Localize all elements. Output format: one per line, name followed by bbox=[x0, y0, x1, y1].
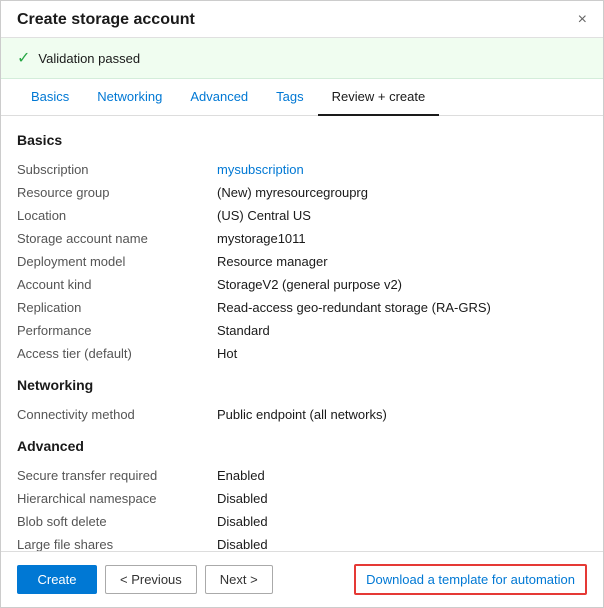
field-value-replication: Read-access geo-redundant storage (RA-GR… bbox=[217, 300, 587, 315]
field-label: Resource group bbox=[17, 185, 217, 200]
tab-tags[interactable]: Tags bbox=[262, 79, 317, 116]
field-label: Large file shares bbox=[17, 537, 217, 551]
field-value-access-tier: Hot bbox=[217, 346, 587, 361]
field-value-subscription[interactable]: mysubscription bbox=[217, 162, 587, 177]
table-row: Connectivity method Public endpoint (all… bbox=[17, 403, 587, 426]
field-label: Connectivity method bbox=[17, 407, 217, 422]
field-label: Subscription bbox=[17, 162, 217, 177]
basics-section-title: Basics bbox=[17, 132, 587, 148]
tab-networking[interactable]: Networking bbox=[83, 79, 176, 116]
tab-bar: Basics Networking Advanced Tags Review +… bbox=[1, 79, 603, 116]
table-row: Secure transfer required Enabled bbox=[17, 464, 587, 487]
field-value-large-file-shares: Disabled bbox=[217, 537, 587, 551]
table-row: Subscription mysubscription bbox=[17, 158, 587, 181]
field-label: Account kind bbox=[17, 277, 217, 292]
title-bar: Create storage account × bbox=[1, 1, 603, 38]
field-label: Replication bbox=[17, 300, 217, 315]
field-value-connectivity: Public endpoint (all networks) bbox=[217, 407, 587, 422]
field-value-hierarchical-namespace: Disabled bbox=[217, 491, 587, 506]
tab-advanced[interactable]: Advanced bbox=[176, 79, 262, 116]
tab-basics[interactable]: Basics bbox=[17, 79, 83, 116]
field-label: Secure transfer required bbox=[17, 468, 217, 483]
field-value-blob-soft-delete: Disabled bbox=[217, 514, 587, 529]
field-label: Performance bbox=[17, 323, 217, 338]
validation-text: Validation passed bbox=[38, 51, 140, 66]
table-row: Hierarchical namespace Disabled bbox=[17, 487, 587, 510]
next-button[interactable]: Next > bbox=[205, 565, 273, 594]
field-value-location: (US) Central US bbox=[217, 208, 587, 223]
footer: Create < Previous Next > Download a temp… bbox=[1, 551, 603, 607]
field-label: Storage account name bbox=[17, 231, 217, 246]
field-label: Access tier (default) bbox=[17, 346, 217, 361]
advanced-section-title: Advanced bbox=[17, 438, 587, 454]
table-row: Account kind StorageV2 (general purpose … bbox=[17, 273, 587, 296]
create-button[interactable]: Create bbox=[17, 565, 97, 594]
field-value-account-kind: StorageV2 (general purpose v2) bbox=[217, 277, 587, 292]
close-icon[interactable]: × bbox=[578, 11, 587, 29]
table-row: Resource group (New) myresourcegrouprg bbox=[17, 181, 587, 204]
field-value-resource-group: (New) myresourcegrouprg bbox=[217, 185, 587, 200]
networking-section-title: Networking bbox=[17, 377, 587, 393]
field-label: Hierarchical namespace bbox=[17, 491, 217, 506]
window-title: Create storage account bbox=[17, 11, 195, 29]
table-row: Replication Read-access geo-redundant st… bbox=[17, 296, 587, 319]
table-row: Deployment model Resource manager bbox=[17, 250, 587, 273]
table-row: Performance Standard bbox=[17, 319, 587, 342]
create-storage-account-window: Create storage account × ✓ Validation pa… bbox=[0, 0, 604, 608]
table-row: Storage account name mystorage1011 bbox=[17, 227, 587, 250]
field-label: Location bbox=[17, 208, 217, 223]
field-label: Blob soft delete bbox=[17, 514, 217, 529]
table-row: Blob soft delete Disabled bbox=[17, 510, 587, 533]
validation-banner: ✓ Validation passed bbox=[1, 38, 603, 79]
field-label: Deployment model bbox=[17, 254, 217, 269]
download-template-button[interactable]: Download a template for automation bbox=[354, 564, 587, 595]
table-row: Large file shares Disabled bbox=[17, 533, 587, 551]
field-value-secure-transfer: Enabled bbox=[217, 468, 587, 483]
check-icon: ✓ bbox=[17, 48, 30, 68]
field-value-deployment-model: Resource manager bbox=[217, 254, 587, 269]
tab-review-create[interactable]: Review + create bbox=[318, 79, 440, 116]
table-row: Access tier (default) Hot bbox=[17, 342, 587, 365]
previous-button[interactable]: < Previous bbox=[105, 565, 197, 594]
field-value-storage-name: mystorage1011 bbox=[217, 231, 587, 246]
table-row: Location (US) Central US bbox=[17, 204, 587, 227]
field-value-performance: Standard bbox=[217, 323, 587, 338]
content-area: Basics Subscription mysubscription Resou… bbox=[1, 116, 603, 551]
